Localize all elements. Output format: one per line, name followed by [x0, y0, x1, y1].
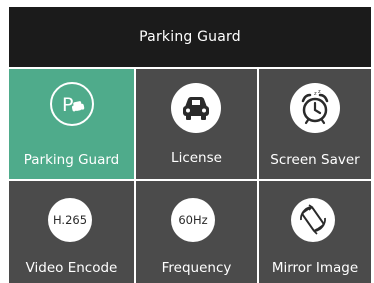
tile-mirror-image[interactable]: Mirror Image: [259, 181, 371, 283]
tile-label-mirror-image: Mirror Image: [271, 260, 359, 276]
tile-label-screen-saver: Screen Saver: [270, 152, 360, 168]
tile-parking-guard[interactable]: P Parking Guard: [9, 69, 134, 179]
tile-license[interactable]: License: [136, 69, 257, 179]
mirror-rotate-icon: [291, 198, 335, 242]
tile-video-encode[interactable]: H.265 Video Encode: [9, 181, 134, 283]
frequency-badge-icon: 60Hz: [171, 198, 215, 242]
svg-text:z: z: [318, 89, 321, 95]
codec-badge-icon: H.265: [48, 198, 92, 242]
svg-text:z: z: [314, 91, 317, 97]
parking-car-icon: P: [50, 82, 94, 126]
tile-screen-saver[interactable]: z z Screen Saver: [259, 69, 371, 179]
svg-text:P: P: [62, 94, 73, 116]
tile-label-license: License: [171, 150, 222, 166]
tile-label-frequency: Frequency: [161, 260, 232, 276]
header-title: Parking Guard: [9, 7, 371, 67]
car-icon: [171, 83, 221, 133]
frequency-badge-text: 60Hz: [178, 213, 208, 227]
tile-label-video-encode: Video Encode: [25, 260, 118, 276]
tile-label-parking-guard: Parking Guard: [23, 152, 120, 168]
tile-frequency[interactable]: 60Hz Frequency: [136, 181, 257, 283]
settings-screen: Parking Guard P Parking Guard License z …: [9, 7, 371, 283]
alarm-clock-icon: z z: [290, 83, 340, 133]
codec-badge-text: H.265: [52, 213, 88, 227]
